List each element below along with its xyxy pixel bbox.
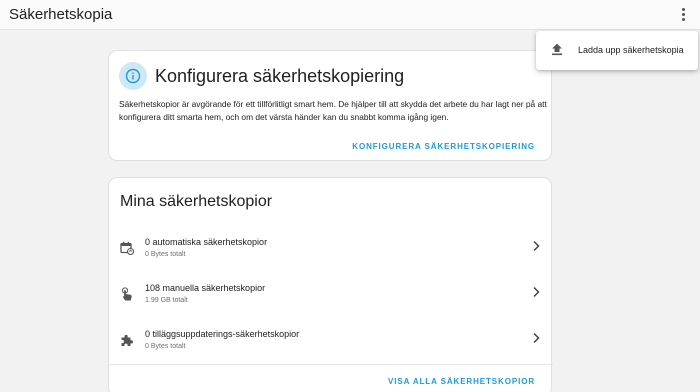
configure-backup-button[interactable]: KONFIGURERA SÄKERHETSKOPIERING: [352, 142, 535, 151]
show-all-backups-button[interactable]: VISA ALLA SÄKERHETSKOPIOR: [388, 377, 535, 386]
configure-backup-description: Säkerhetskopior är avgörande för ett til…: [119, 99, 547, 122]
chevron-right-icon: [533, 332, 540, 344]
chevron-right-icon: [533, 286, 540, 298]
backup-row-addon[interactable]: 0 tilläggsuppdaterings-säkerhetskopior 0…: [109, 325, 553, 365]
upload-backup-menu-item[interactable]: Ladda upp säkerhetskopia: [536, 31, 698, 70]
backup-row-secondary: 0 Bytes totalt: [145, 251, 186, 258]
upload-backup-label: Ladda upp säkerhetskopia: [578, 45, 684, 55]
page-title: Säkerhetskopia: [9, 6, 113, 23]
more-vertical-icon[interactable]: [676, 6, 690, 24]
backup-row-secondary: 0 Bytes totalt: [145, 343, 186, 350]
chevron-right-icon: [533, 240, 540, 252]
gesture-tap-icon: [121, 287, 132, 301]
backup-row-automatic[interactable]: 0 automatiska säkerhetskopior 0 Bytes to…: [109, 233, 553, 273]
backup-row-primary: 0 automatiska säkerhetskopior: [145, 237, 268, 247]
top-app-bar: Säkerhetskopia: [0, 0, 700, 30]
backup-row-manual[interactable]: 108 manuella säkerhetskopior 1.99 GB tot…: [109, 279, 553, 319]
backup-row-primary: 0 tilläggsuppdaterings-säkerhetskopior: [145, 329, 300, 339]
info-icon: [119, 62, 147, 90]
my-backups-heading: Mina säkerhetskopior: [120, 193, 273, 210]
card-divider: [109, 364, 553, 365]
configure-backup-heading: Konfigurera säkerhetskopiering: [155, 66, 405, 86]
backup-row-primary: 108 manuella säkerhetskopior: [145, 283, 266, 293]
configure-backup-card: Konfigurera säkerhetskopiering Säkerhets…: [108, 50, 552, 161]
upload-icon: [552, 43, 562, 56]
calendar-sync-icon: [120, 241, 134, 255]
puzzle-icon: [121, 334, 133, 346]
backup-row-secondary: 1.99 GB totalt: [145, 297, 188, 304]
overflow-menu: Ladda upp säkerhetskopia: [536, 31, 698, 70]
my-backups-card: Mina säkerhetskopior 0 automatiska säker…: [108, 177, 553, 392]
